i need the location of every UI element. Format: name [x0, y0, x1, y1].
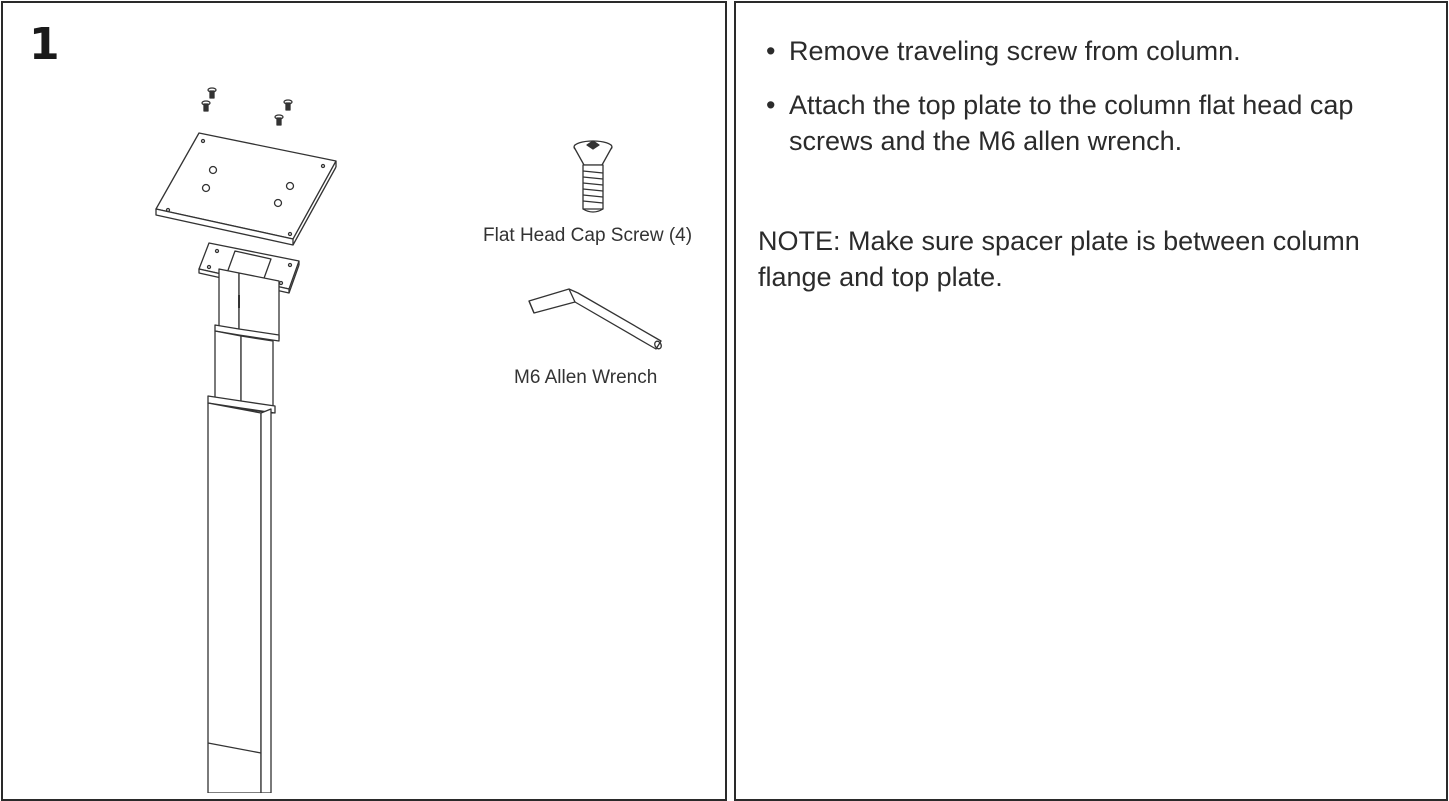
instruction-item: • Remove traveling screw from column.: [758, 33, 1418, 69]
instruction-text: Remove traveling screw from column.: [789, 36, 1241, 66]
screw-caption: Flat Head Cap Screw (4): [483, 225, 693, 246]
column-icon: [207, 268, 280, 793]
loose-screw-icon: [207, 87, 217, 99]
top-plate-icon: [155, 132, 337, 246]
bullet-icon: •: [766, 90, 776, 120]
allen-wrench-icon: [528, 288, 662, 350]
assembly-illustration: [155, 87, 662, 793]
illustration-panel: 1 Flat Head Cap Screw (4) M6 Allen Wrenc…: [1, 1, 727, 801]
loose-screw-icon: [201, 100, 211, 112]
loose-screw-icon: [274, 114, 284, 126]
loose-screw-icon: [283, 99, 293, 111]
bullet-icon: •: [766, 36, 776, 66]
flat-head-cap-screw-icon: [573, 140, 613, 213]
instruction-item: • Attach the top plate to the column fla…: [758, 87, 1418, 159]
instruction-text: Attach the top plate to the column flat …: [789, 90, 1354, 156]
instructions-panel: • Remove traveling screw from column. • …: [734, 1, 1448, 801]
note-text: NOTE: Make sure spacer plate is between …: [758, 226, 1360, 292]
wrench-caption: M6 Allen Wrench: [514, 367, 658, 388]
instruction-list: • Remove traveling screw from column. • …: [758, 33, 1418, 177]
